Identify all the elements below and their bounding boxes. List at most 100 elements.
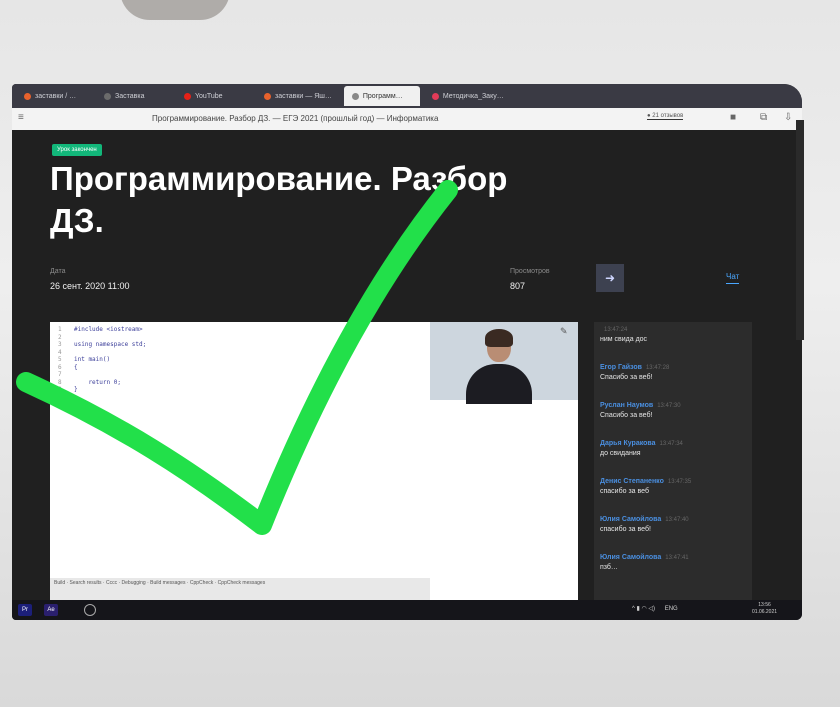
- download-icon[interactable]: ⇩: [784, 112, 792, 123]
- tab-label: YouTube: [195, 92, 223, 100]
- code-line: 6{: [58, 364, 78, 371]
- volume-icon[interactable]: ◁): [648, 606, 655, 612]
- line-number: 4: [58, 348, 62, 356]
- browser-tab[interactable]: Программ…: [343, 86, 420, 106]
- browser-tab[interactable]: заставки / …: [16, 86, 92, 106]
- code-line: 9}: [58, 386, 78, 393]
- chat-text: Спасибо за веб!: [600, 374, 653, 381]
- tab-label: Заставка: [115, 92, 145, 100]
- browser-title-bar: ≡ Программирование. Разбор ДЗ. — ЕГЭ 202…: [12, 108, 802, 130]
- line-number: 11: [58, 401, 66, 408]
- ide-status-bar: Build · Search results · Cccc · Debuggin…: [50, 578, 430, 600]
- code-line: 3 using namespace std;: [58, 341, 146, 348]
- chat-time: 13:47:40: [665, 517, 689, 523]
- chat-author: Денис Степаненко 13:47:35: [600, 478, 750, 485]
- side-scrollbar[interactable]: [796, 120, 804, 340]
- chat-message: Дарья Куракова 13:47:34 до свидания: [600, 440, 750, 457]
- presenter-body: [466, 364, 532, 404]
- chat-message: 13:47:24 ним свида дос: [600, 326, 750, 343]
- pencil-icon[interactable]: ✎: [560, 326, 568, 337]
- share-button[interactable]: ➜: [596, 264, 624, 292]
- chevron-up-icon[interactable]: ^: [632, 606, 635, 612]
- tab-favicon-icon: [184, 92, 191, 100]
- monitor-screen: заставки / … Заставка YouTube заставки — Яш…: [12, 84, 802, 620]
- tab-favicon-icon: [431, 92, 439, 100]
- page-title-text: Программирование. Разбор ДЗ. — ЕГЭ 2021 …: [152, 114, 439, 123]
- chat-time: 13:47:41: [665, 555, 689, 561]
- reviews-link[interactable]: ● 21 отзывов: [647, 113, 684, 120]
- chat-panel: 13:47:24 ним свида дос Егор Гайзов 13:47:28…: [594, 322, 752, 600]
- views-value: 807: [510, 281, 526, 291]
- code-line: 11: [58, 401, 74, 408]
- system-tray: ^ ▮ ◠ ◁) ENG: [632, 605, 678, 612]
- bookmark-icon[interactable]: ■: [730, 112, 736, 123]
- chat-author: Дарья Куракова 13:47:34: [600, 440, 750, 447]
- webcam-feed: [430, 322, 578, 404]
- tab-favicon-icon: [351, 92, 359, 100]
- clock-date: 01.06.2021: [752, 609, 778, 615]
- browser-tab[interactable]: заставки — Яш…: [256, 86, 340, 106]
- date-label: Дата: [50, 268, 66, 275]
- taskbar-app-icon[interactable]: Pr: [18, 604, 32, 616]
- chat-time: 13:47:34: [659, 441, 683, 447]
- chat-author-name: Руслан Наумов: [600, 402, 654, 409]
- line-number: 9: [58, 386, 62, 393]
- line-number: 3: [58, 341, 62, 348]
- line-number: 7: [58, 371, 62, 378]
- line-number: 2: [58, 333, 62, 341]
- video-player[interactable]: 1 #include <iostream> 2 3 using namespace st…: [50, 322, 578, 600]
- tab-favicon-icon: [104, 92, 111, 100]
- lang-indicator[interactable]: ENG: [665, 606, 678, 612]
- circle-icon[interactable]: [84, 604, 96, 616]
- chat-author: Руслан Наумов 13:47:30: [600, 402, 750, 409]
- chat-author: 13:47:24: [600, 326, 750, 333]
- chat-text: спасибо за веб!: [600, 526, 651, 533]
- chat-author: Юлия Самойлова 13:47:40: [600, 516, 750, 523]
- code-line: 10: [58, 394, 74, 401]
- tab-label: Программ…: [362, 92, 403, 100]
- tab-chat[interactable]: Чат: [726, 272, 740, 284]
- presenter-hair: [485, 329, 513, 347]
- share-arrow-icon: ➜: [604, 271, 616, 285]
- chat-time: 13:47:28: [645, 365, 670, 371]
- line-number: 8: [58, 378, 62, 386]
- chat-author-name: Егор Гайзов: [600, 364, 642, 371]
- chat-message: Егор Гайзов 13:47:28 Спасибо за веб!: [600, 364, 750, 381]
- chat-text: спасибо за веб: [600, 488, 649, 495]
- chat-author: Юлия Самойлова 13:47:41: [600, 554, 750, 561]
- line-text: int main(): [74, 356, 111, 363]
- line-number: 6: [58, 363, 62, 371]
- chat-time: 13:47:24: [604, 327, 628, 333]
- status-badge: Урок закончен: [52, 144, 102, 156]
- browser-tab[interactable]: Заставка: [96, 86, 172, 106]
- system-clock[interactable]: 13:56 01.06.2021: [752, 602, 777, 616]
- line-number: 10: [58, 393, 66, 401]
- chat-text: Спасибо за веб!: [600, 412, 653, 419]
- tab-label: Методичка_Заку…: [442, 92, 504, 100]
- code-line: 1 #include <iostream>: [58, 326, 143, 333]
- line-number: 1: [58, 326, 62, 333]
- extension-icon[interactable]: ⧉: [760, 112, 767, 123]
- menu-icon[interactable]: ≡: [18, 112, 24, 123]
- chat-message: Денис Степаненко 13:47:35 спасибо за веб: [600, 478, 750, 495]
- clock-time: 13:56: [758, 602, 771, 608]
- chat-message: Руслан Наумов 13:47:30 Спасибо за веб!: [600, 402, 750, 419]
- webinar-page: Урок закончен Программирование. Разбор Д…: [12, 130, 802, 600]
- tab-label: заставки — Яш…: [275, 92, 332, 100]
- taskbar-app-icon[interactable]: Ae: [44, 604, 58, 616]
- code-line: 5 int main(): [58, 356, 110, 363]
- tab-favicon-icon: [264, 92, 271, 100]
- chat-text: пзб…: [600, 564, 618, 571]
- chat-time: 13:47:30: [657, 403, 681, 409]
- browser-tab[interactable]: Методичка_Заку…: [424, 86, 512, 106]
- browser-tab-bar: заставки / … Заставка YouTube заставки — Яш…: [12, 84, 802, 108]
- date-value: 26 сент. 2020 11:00: [50, 281, 130, 291]
- mic-icon[interactable]: ▮: [637, 606, 640, 612]
- browser-tab[interactable]: YouTube: [176, 86, 252, 106]
- windows-taskbar: Pr Ae ^ ▮ ◠ ◁) ENG 13:56 01.06.2021: [12, 600, 802, 620]
- wifi-icon[interactable]: ◠: [641, 606, 646, 612]
- line-number: 5: [58, 356, 62, 363]
- chat-author-name: Денис Степаненко: [600, 478, 664, 485]
- code-line: 4: [58, 349, 74, 356]
- tab-label: заставки / …: [35, 92, 77, 100]
